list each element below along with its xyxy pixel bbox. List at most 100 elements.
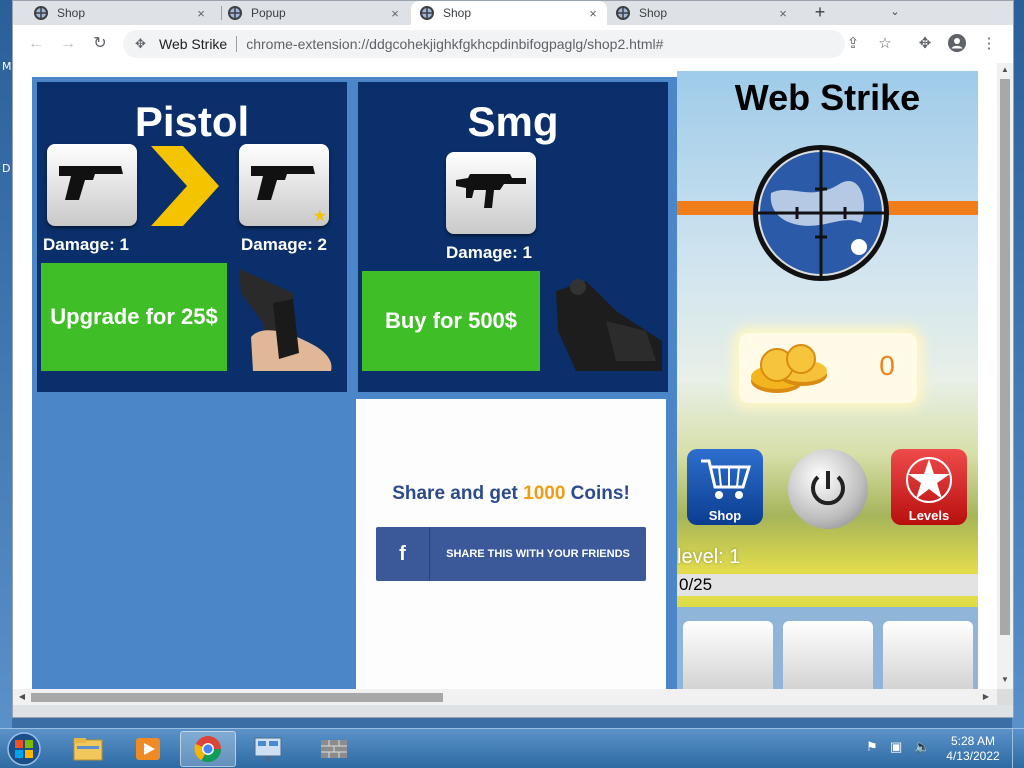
- system-tray: ⚑ ▣ 🔈: [862, 737, 942, 761]
- desktop-icon-label: M: [2, 60, 12, 73]
- upgrade-pistol-button[interactable]: Upgrade for 25$: [41, 263, 227, 371]
- power-icon: [811, 471, 845, 506]
- tab-title: Shop: [57, 6, 86, 20]
- smg-firstperson-image: [546, 271, 662, 371]
- firewall-taskbar-button[interactable]: [306, 731, 362, 767]
- profile-icon[interactable]: [947, 34, 967, 54]
- horizontal-scrollbar[interactable]: ◀ ▶: [13, 689, 997, 705]
- smg-card: Smg Damage: 1 Buy for 500$: [355, 79, 671, 395]
- desktop-background-left: M D: [0, 0, 12, 728]
- share-coins-amount: 1000: [523, 483, 566, 504]
- weapon-slot[interactable]: [683, 621, 773, 689]
- back-button[interactable]: ←: [25, 33, 47, 55]
- extensions-icon[interactable]: ✥: [915, 34, 935, 54]
- show-desktop-button[interactable]: [1012, 729, 1024, 768]
- close-icon[interactable]: ×: [193, 6, 209, 21]
- url-text[interactable]: chrome-extension://ddgcohekjighkfgkhcpdi…: [246, 36, 663, 52]
- firewall-icon: [321, 740, 347, 758]
- weapon-slot[interactable]: [783, 621, 873, 689]
- address-bar[interactable]: ✥ Web Strike chrome-extension://ddgcohek…: [123, 30, 845, 58]
- chrome-taskbar-button[interactable]: [180, 731, 236, 767]
- tab-title: Popup: [251, 6, 286, 20]
- coins-icon: [751, 344, 827, 393]
- smg-slot: [446, 152, 536, 234]
- shopping-cart-icon: [701, 459, 751, 499]
- power-button[interactable]: [788, 449, 868, 529]
- star-icon[interactable]: ☆: [875, 34, 895, 54]
- crosshair-globe-icon: [753, 145, 889, 281]
- level-progress-text: 0/25: [679, 575, 713, 594]
- scrollbar-corner: [997, 689, 1013, 705]
- facebook-share-button[interactable]: f SHARE THIS WITH YOUR FRIENDS: [376, 527, 646, 581]
- new-tab-button[interactable]: +: [808, 1, 832, 25]
- tab-popup[interactable]: Popup ×: [219, 1, 409, 25]
- tab-search-button[interactable]: ⌄: [885, 1, 905, 25]
- page-viewport: Pistol ★ Damage: 1 Damage: 2 Upgrade for…: [13, 63, 997, 689]
- tab-shop-active[interactable]: Shop ×: [411, 1, 607, 25]
- clock-date: 4/13/2022: [946, 749, 1000, 763]
- explorer-taskbar-button[interactable]: [60, 731, 116, 767]
- shop-button[interactable]: Shop: [687, 449, 763, 525]
- scroll-left-icon[interactable]: ◀: [15, 689, 29, 705]
- share-text-start: Share and get: [392, 483, 524, 504]
- tab-title: Shop: [639, 6, 668, 20]
- volume-icon[interactable]: 🔈: [914, 739, 930, 755]
- menu-icon[interactable]: ⋮: [979, 34, 999, 54]
- vertical-scroll-thumb[interactable]: [1000, 79, 1010, 635]
- globe-icon: [420, 6, 434, 20]
- chevron-right-icon: [151, 146, 219, 226]
- media-player-taskbar-button[interactable]: [120, 731, 176, 767]
- tab-shop-3[interactable]: Shop ×: [607, 1, 797, 25]
- pistol-upgrade-slot: ★: [239, 144, 329, 226]
- levels-button[interactable]: Levels: [891, 449, 967, 525]
- windows-logo-icon: [7, 732, 41, 766]
- close-icon[interactable]: ×: [387, 6, 403, 21]
- horizontal-scroll-thumb[interactable]: [31, 693, 443, 702]
- puzzle-icon: ✥: [135, 36, 146, 51]
- pistol-damage-current: Damage: 1: [43, 235, 129, 254]
- pistol-title: Pistol: [134, 98, 250, 145]
- tab-shop-1[interactable]: Shop ×: [25, 1, 215, 25]
- explorer-icon: [73, 738, 103, 761]
- media-player-icon: [136, 738, 160, 760]
- network-app-taskbar-button[interactable]: [240, 731, 296, 767]
- start-button[interactable]: [4, 731, 48, 767]
- star-icon: [906, 457, 952, 503]
- network-icon[interactable]: ▣: [890, 739, 902, 755]
- network-app-icon: [254, 737, 282, 762]
- facebook-icon: f: [376, 527, 430, 581]
- reload-button[interactable]: ↻: [89, 33, 111, 55]
- pistol-card: Pistol ★ Damage: 1 Damage: 2 Upgrade for…: [34, 79, 350, 395]
- action-center-icon[interactable]: ⚑: [866, 739, 878, 755]
- desktop-icon-label: D: [2, 162, 11, 175]
- scroll-down-icon[interactable]: ▼: [997, 673, 1013, 687]
- taskbar: ⚑ ▣ 🔈 5:28 AM 4/13/2022: [0, 728, 1024, 768]
- tab-title: Shop: [443, 6, 472, 20]
- share-panel: Share and get 1000 Coins! f SHARE THIS W…: [356, 399, 666, 689]
- vertical-scrollbar[interactable]: ▲ ▼: [997, 63, 1013, 689]
- share-text-end: Coins!: [565, 483, 630, 504]
- browser-toolbar: ← → ↻ ✥ Web Strike chrome-extension://dd…: [13, 25, 1013, 63]
- level-progress-bar: 0/25: [677, 574, 978, 596]
- star-icon: ★: [312, 208, 327, 225]
- clock-time: 5:28 AM: [950, 734, 996, 748]
- pistol-icon: [59, 166, 123, 200]
- close-icon[interactable]: ×: [585, 6, 601, 21]
- close-icon[interactable]: ×: [775, 6, 791, 21]
- forward-button[interactable]: →: [57, 33, 79, 55]
- smg-title: Smg: [467, 98, 559, 145]
- scroll-right-icon[interactable]: ▶: [979, 689, 993, 705]
- chrome-icon: [194, 736, 222, 763]
- game-panel: Web Strike 0 Shop Levels level: 1 0/25: [677, 71, 978, 689]
- shop-button-label: Shop: [708, 508, 742, 523]
- scroll-up-icon[interactable]: ▲: [997, 63, 1013, 77]
- browser-window: Shop × Popup × Shop × Shop × + ⌄ ← → ↻ ✥…: [12, 0, 1014, 718]
- share-heading: Share and get 1000 Coins!: [356, 483, 666, 505]
- clock[interactable]: 5:28 AM 4/13/2022: [940, 734, 1006, 764]
- weapon-slot[interactable]: [883, 621, 973, 689]
- share-icon[interactable]: ⇪: [843, 34, 863, 54]
- weapon-slots: [677, 607, 978, 689]
- buy-smg-button[interactable]: Buy for 500$: [362, 271, 540, 371]
- omnibox-divider: [236, 36, 238, 52]
- site-name: Web Strike: [159, 36, 228, 52]
